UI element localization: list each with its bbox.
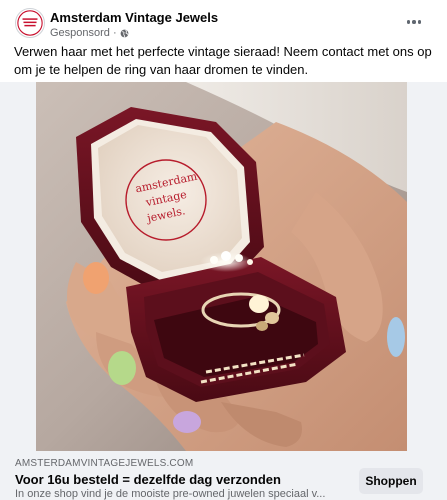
brand-logo-icon	[17, 10, 43, 36]
page-name[interactable]: Amsterdam Vintage Jewels	[50, 10, 218, 25]
sponsored-label[interactable]: Gesponsord	[50, 27, 110, 39]
more-dot	[412, 20, 416, 24]
post-header: Amsterdam Vintage Jewels Gesponsord ·	[0, 0, 447, 44]
more-options-button[interactable]	[403, 12, 425, 32]
post-caption: Verwen haar met het perfecte vintage sie…	[14, 44, 432, 77]
more-dot	[417, 20, 422, 24]
globe-icon	[120, 29, 129, 38]
link-headline[interactable]: Voor 16u besteld = dezelfde dag verzonde…	[15, 472, 281, 487]
ring-box-photo: amsterdam vintage jewels.	[36, 82, 407, 451]
link-domain: AMSTERDAMVINTAGEJEWELS.COM	[15, 458, 194, 469]
meta-separator: ·	[112, 27, 117, 39]
post-image[interactable]: amsterdam vintage jewels.	[0, 82, 447, 451]
page-avatar[interactable]	[15, 8, 45, 38]
link-preview[interactable]: AMSTERDAMVINTAGEJEWELS.COM Voor 16u best…	[0, 451, 447, 500]
link-description: In onze shop vind je de mooiste pre-owne…	[15, 488, 326, 500]
more-horizontal-icon	[406, 20, 411, 24]
shop-now-button[interactable]: Shoppen	[359, 468, 423, 494]
post-meta: Gesponsord ·	[50, 27, 129, 39]
